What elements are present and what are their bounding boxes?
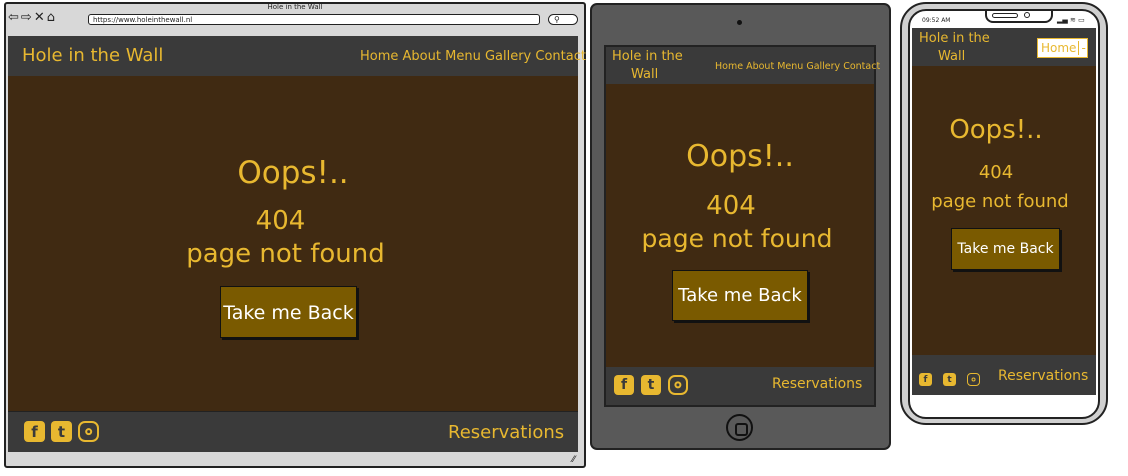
phone-speaker [992, 13, 1018, 18]
status-time: 09:52 AM [922, 17, 951, 24]
facebook-icon[interactable]: f [24, 421, 45, 442]
twitter-icon[interactable]: t [641, 374, 661, 395]
tablet-social-links: ft [614, 374, 695, 395]
phone-brand[interactable]: Hole in the Wall [919, 30, 990, 66]
nav-about[interactable]: About [403, 49, 441, 64]
desktop-nav: Home About Menu Gallery Contact [360, 49, 586, 64]
error-message: page not found [186, 239, 385, 269]
stop-icon[interactable]: ✕ [34, 10, 47, 25]
error-heading: Oops!.. [686, 139, 794, 174]
nav-select-value: Home [1041, 41, 1077, 55]
nav-home[interactable]: Home [360, 49, 398, 64]
status-icons: ▂▄ ≋ ▭ [1057, 16, 1085, 24]
reservations-link[interactable]: Reservations [772, 376, 862, 392]
nav-home[interactable]: Home [715, 61, 743, 72]
reservations-link[interactable]: Reservations [448, 422, 564, 443]
nav-about[interactable]: About [746, 61, 774, 72]
twitter-icon[interactable]: t [943, 373, 956, 386]
signal-icon: ▂▄ [1057, 16, 1068, 24]
take-me-back-button[interactable]: Take me Back [220, 286, 357, 338]
error-code: 404 [706, 191, 756, 221]
phone-brand-line2: Wall [938, 49, 966, 64]
tablet-home-button[interactable] [726, 414, 753, 441]
nav-select-dropdown[interactable]: Home - [1037, 38, 1088, 58]
instagram-icon[interactable] [967, 373, 980, 386]
nav-gallery[interactable]: Gallery [485, 49, 531, 64]
error-heading: Oops!.. [949, 115, 1043, 145]
error-code: 404 [255, 206, 306, 236]
error-message: page not found [641, 224, 833, 253]
phone-social-links: ft [919, 369, 983, 388]
nav-gallery[interactable]: Gallery [806, 61, 840, 72]
facebook-icon[interactable]: f [919, 373, 932, 386]
desktop-brand[interactable]: Hole in the Wall [22, 45, 163, 66]
chevron-down-icon: - [1078, 41, 1086, 55]
address-bar[interactable]: https://www.holeinthewall.nl [88, 14, 540, 25]
error-code: 404 [978, 162, 1014, 183]
error-heading: Oops!.. [237, 155, 349, 191]
tablet-brand-line2: Wall [631, 67, 659, 82]
twitter-icon[interactable]: t [51, 421, 72, 442]
reservations-link[interactable]: Reservations [998, 368, 1088, 384]
wifi-icon: ≋ [1070, 16, 1076, 24]
window-title: Hole in the Wall [267, 3, 323, 11]
nav-contact[interactable]: Contact [535, 49, 586, 64]
back-arrow-icon[interactable]: ⇦ [8, 10, 21, 25]
battery-icon: ▭ [1078, 16, 1085, 24]
search-icon: ⚲ [554, 15, 560, 24]
take-me-back-button[interactable]: Take me Back [672, 270, 808, 321]
phone-brand-line1: Hole in the [919, 31, 990, 46]
nav-menu[interactable]: Menu [445, 49, 481, 64]
tablet-brand-line1: Hole in the [612, 49, 683, 64]
desktop-social-links: ft [24, 421, 105, 442]
phone-camera [1024, 12, 1030, 18]
tablet-brand[interactable]: Hole in the Wall [612, 48, 683, 84]
tablet-camera [737, 20, 742, 25]
nav-contact[interactable]: Contact [843, 61, 880, 72]
forward-arrow-icon[interactable]: ⇨ [21, 10, 34, 25]
home-icon[interactable]: ⌂ [47, 10, 57, 25]
browser-search-field[interactable]: ⚲ [548, 14, 578, 25]
error-message: page not found [931, 191, 1069, 212]
instagram-icon[interactable] [78, 421, 99, 442]
browser-nav-controls: ⇦⇨✕⌂ [8, 10, 57, 25]
instagram-icon[interactable] [668, 374, 688, 395]
facebook-icon[interactable]: f [614, 374, 634, 395]
nav-menu[interactable]: Menu [777, 61, 803, 72]
tablet-nav: Home About Menu Gallery Contact [715, 61, 880, 72]
resize-grip-icon[interactable]: ⁄⁄ [572, 455, 575, 465]
take-me-back-button[interactable]: Take me Back [951, 228, 1060, 270]
